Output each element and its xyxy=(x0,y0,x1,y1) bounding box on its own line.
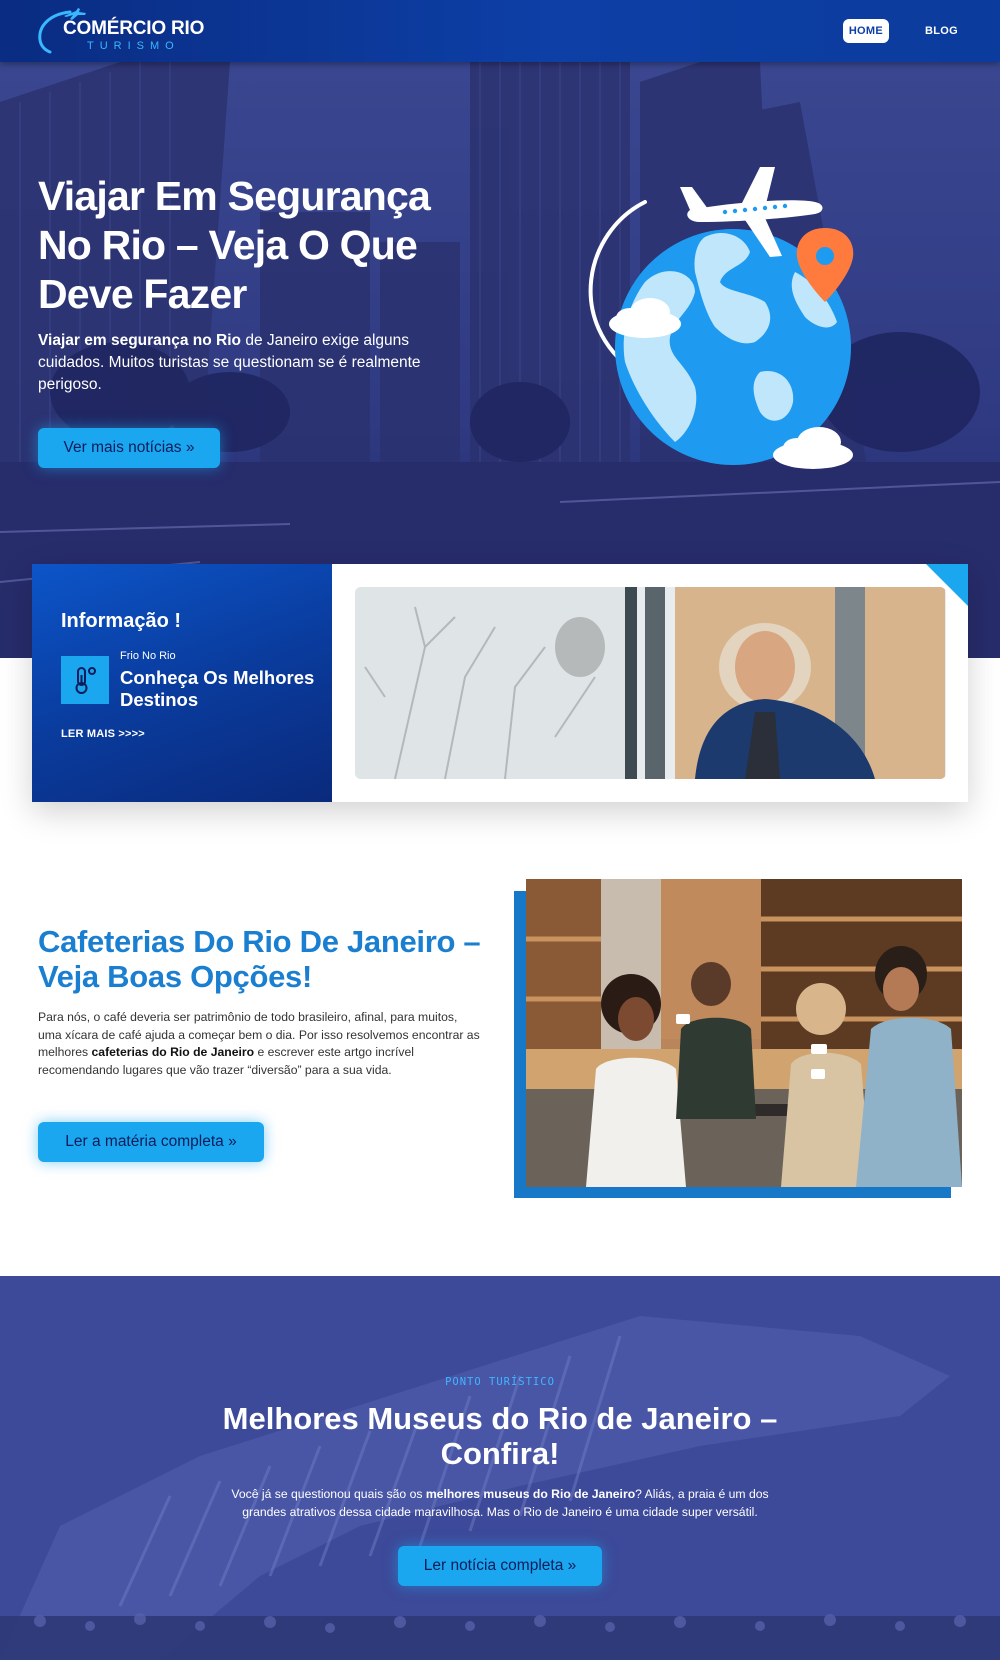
hero-title: Viajar Em Segurança No Rio – Veja O Que … xyxy=(38,173,431,317)
info-title[interactable]: Conheça Os Melhores Destinos xyxy=(120,667,320,711)
logo-title: COMÉRCIO RIO xyxy=(63,18,205,39)
read-more-link[interactable]: LER MAIS >>>> xyxy=(61,728,145,740)
info-category: Frio No Rio xyxy=(120,650,176,662)
info-card: Informação ! Frio No Rio Conheça Os Melh… xyxy=(32,564,968,802)
read-full-news-button[interactable]: Ler notícia completa » xyxy=(398,1546,602,1586)
nav-home[interactable]: HOME xyxy=(842,19,890,43)
museum-tag: PONTO TURÍSTICO xyxy=(445,1376,555,1388)
museum-section: PONTO TURÍSTICO Melhores Museus do Rio d… xyxy=(0,1276,1000,1660)
thermometer-icon xyxy=(75,667,96,694)
site-logo[interactable]: COMÉRCIO RIO TURISMO xyxy=(36,6,206,56)
hero-text-bold: Viajar em segurança no Rio xyxy=(38,332,242,349)
main-nav: HOME BLOG xyxy=(842,19,964,43)
hero-text: Viajar em segurança no Rio de Janeiro ex… xyxy=(38,330,458,396)
more-news-button[interactable]: Ver mais notícias » xyxy=(38,428,220,468)
globe-travel-illustration xyxy=(588,167,854,469)
museum-text-part1: Você já se questionou quais são os xyxy=(231,1487,426,1501)
info-heading: Informação ! xyxy=(61,610,182,632)
museum-text: Você já se questionou quais são os melho… xyxy=(210,1485,790,1521)
winter-man-photo xyxy=(355,587,946,779)
museum-title: Melhores Museus do Rio de Janeiro – Conf… xyxy=(222,1401,778,1471)
site-header: COMÉRCIO RIO TURISMO HOME BLOG xyxy=(0,0,1000,62)
cafe-friends-photo xyxy=(526,879,962,1187)
info-icon-box xyxy=(61,656,109,704)
cafe-title: Cafeterias Do Rio De Janeiro – Veja Boas… xyxy=(38,924,481,994)
cafe-text: Para nós, o café deveria ser patrimônio … xyxy=(38,1009,482,1079)
museum-text-bold: melhores museus do Rio de Janeiro xyxy=(425,1487,636,1501)
logo-subtitle: TURISMO xyxy=(87,40,180,52)
nav-blog[interactable]: BLOG xyxy=(919,19,964,43)
cafe-text-bold: cafeterias do Rio de Janeiro xyxy=(91,1045,255,1060)
info-panel: Informação ! Frio No Rio Conheça Os Melh… xyxy=(32,564,332,802)
corner-accent xyxy=(926,564,968,606)
read-article-button[interactable]: Ler a matéria completa » xyxy=(38,1122,264,1162)
